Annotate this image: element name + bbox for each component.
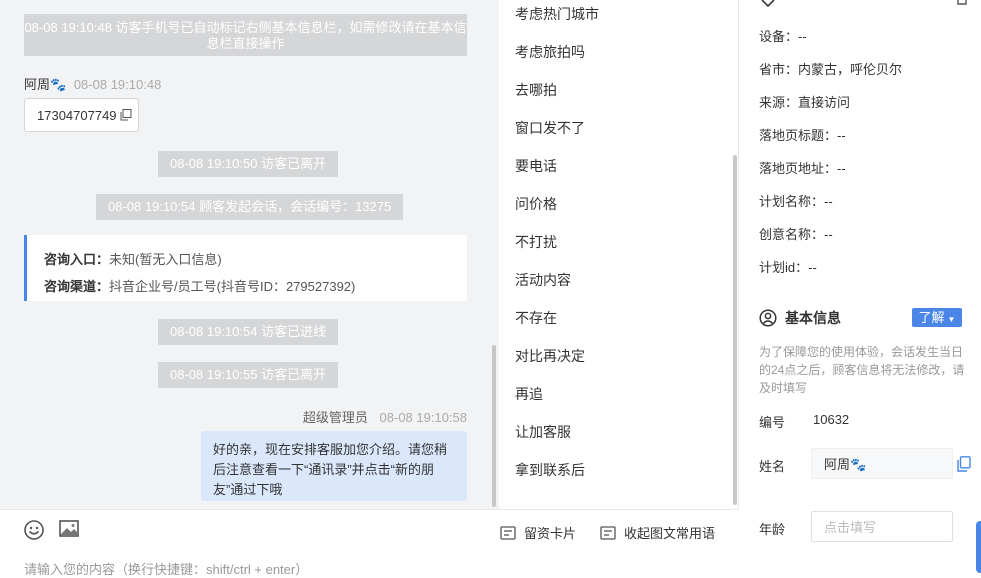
quick-reply-item[interactable]: 不打扰 <box>515 232 557 252</box>
phone-message[interactable]: 17304707749 <box>24 98 139 132</box>
emoji-icon[interactable] <box>23 519 45 541</box>
quick-reply-item[interactable]: 拿到联系后 <box>515 460 585 480</box>
lead-card-button[interactable]: 留资卡片 <box>500 523 576 542</box>
quick-reply-item[interactable]: 活动内容 <box>515 270 571 290</box>
system-message-text: 08-08 19:10:55 访客已离开 <box>170 367 327 382</box>
system-message-text: 08-08 19:10:50 访客已离开 <box>170 156 327 171</box>
id-value: 10632 <box>813 412 850 427</box>
message-time: 08-08 19:10:48 <box>73 77 162 92</box>
basic-info-header: 基本信息 <box>759 308 841 328</box>
quick-reply-panel: 考虑热门城市 考虑旅拍吗去哪拍窗口发不了要电话问价格不打扰活动内容不存在对比再决定… <box>499 0 739 509</box>
agent-message-text: 好的亲，现在安排客服加您介绍。请您稍后注意查看一下“通讯录”并点击“新的朋友”通… <box>213 442 448 497</box>
system-message: 08-08 19:10:54 顾客发起会话，会话编号：13275 <box>96 194 404 220</box>
panel-divider <box>738 0 739 573</box>
message-input[interactable]: 请输入您的内容（换行快捷键：shift/ctrl + enter） <box>24 559 308 578</box>
caret-down-icon: ▼ <box>947 315 956 324</box>
name-label: 姓名 <box>759 459 786 474</box>
image-icon[interactable] <box>58 518 80 540</box>
system-message: 08-08 19:10:48 访客手机号已自动标记右侧基本信息栏，如需修改请在基… <box>24 14 467 56</box>
copy-icon[interactable] <box>957 456 971 472</box>
quick-reply-item[interactable]: 对比再决定 <box>515 346 585 366</box>
side-float-tab[interactable] <box>976 521 981 573</box>
consult-entry-value: 未知(暂无入口信息) <box>109 252 222 267</box>
system-message: 08-08 19:10:50 访客已离开 <box>158 151 339 177</box>
paw-emoji-icon: 🐾 <box>50 77 67 92</box>
quick-reply-scrollbar[interactable] <box>733 155 737 505</box>
message-time: 08-08 19:10:58 <box>379 410 467 425</box>
plan-id-row: 计划id：-- <box>759 260 817 275</box>
quick-reply-item[interactable]: 考虑旅拍吗 <box>515 42 585 62</box>
copy-icon[interactable] <box>120 109 132 121</box>
collapse-phrases-button[interactable]: 收起图文常用语 <box>600 523 715 542</box>
basic-info-title: 基本信息 <box>785 310 841 326</box>
age-input-placeholder: 点击填写 <box>824 520 877 535</box>
system-message: 08-08 19:10:55 访客已离开 <box>158 362 339 388</box>
id-label: 编号 <box>759 415 786 430</box>
input-toolbar: 留资卡片 收起图文常用语 请输入您的内容（换行快捷键：shift/ctrl + … <box>0 509 739 577</box>
consult-info-card: 咨询入口：未知(暂无入口信息) 咨询渠道：抖音企业号/员工号(抖音号ID：279… <box>24 235 467 301</box>
system-message-text: 08-08 19:10:48 访客手机号已自动标记右侧基本信息栏，如需修改请在基… <box>24 20 467 51</box>
plan-name-row: 计划名称：-- <box>759 194 833 209</box>
consult-channel-value: 抖音企业号/员工号(抖音号ID：279527392) <box>109 279 356 294</box>
landing-title-row: 落地页标题：-- <box>759 128 846 143</box>
location-icon <box>761 0 775 8</box>
system-message-text: 08-08 19:10:54 顾客发起会话，会话编号：13275 <box>108 199 392 214</box>
visitor-header: 阿周🐾 08-08 19:10:48 <box>24 74 161 93</box>
learn-more-label: 了解 <box>918 310 945 325</box>
system-message: 08-08 19:10:54 访客已进线 <box>158 319 339 345</box>
chat-panel: 08-08 19:10:48 访客手机号已自动标记右侧基本信息栏，如需修改请在基… <box>0 0 499 509</box>
lead-card-label: 留资卡片 <box>524 526 577 541</box>
basic-info-notice-text: 为了保障您的使用体验，会话发生当日的24点之后，顾客信息将无法修改，请及时填写 <box>759 345 965 395</box>
agent-header: 超级管理员 08-08 19:10:58 <box>303 407 467 426</box>
age-input[interactable]: 点击填写 <box>811 511 953 542</box>
visitor-info-panel: 设备：-- 省市：内蒙古，呼伦贝尔 来源：直接访问 落地页标题：-- 落地页地址… <box>740 0 981 573</box>
learn-more-button[interactable]: 了解 ▼ <box>912 308 962 327</box>
quick-reply-item[interactable]: 再追 <box>515 384 543 404</box>
chat-scrollbar[interactable] <box>492 345 496 507</box>
consult-channel-row: 咨询渠道：抖音企业号/员工号(抖音号ID：279527392) <box>44 273 467 300</box>
paw-emoji-icon: 🐾 <box>850 457 867 472</box>
visitor-name: 阿周 <box>24 77 51 92</box>
quick-reply-item[interactable]: 考虑热门城市 <box>515 4 599 24</box>
message-input-placeholder: 请输入您的内容（换行快捷键：shift/ctrl + enter） <box>24 562 309 577</box>
consult-entry-label: 咨询入口： <box>44 252 110 267</box>
card-icon <box>500 525 516 540</box>
consult-entry-row: 咨询入口：未知(暂无入口信息) <box>44 246 467 273</box>
phrases-icon <box>600 525 616 540</box>
creative-name-row: 创意名称：-- <box>759 227 833 242</box>
agent-name: 超级管理员 <box>302 410 368 425</box>
system-message-text: 08-08 19:10:54 访客已进线 <box>170 324 327 339</box>
quick-reply-item[interactable]: 让加客服 <box>515 422 571 442</box>
name-field-value: 阿周 <box>824 457 851 472</box>
quick-reply-item[interactable]: 问价格 <box>515 194 557 214</box>
region-row: 省市：内蒙古，呼伦贝尔 <box>759 62 903 77</box>
quick-reply-item[interactable]: 去哪拍 <box>515 80 557 100</box>
age-label: 年龄 <box>759 522 786 537</box>
quick-reply-item[interactable]: 要电话 <box>515 156 557 176</box>
user-circle-icon <box>759 309 777 327</box>
quick-reply-item[interactable]: 窗口发不了 <box>515 118 585 138</box>
basic-info-notice: 为了保障您的使用体验，会话发生当日的24点之后，顾客信息将无法修改，请及时填写 <box>759 343 969 397</box>
source-row: 来源：直接访问 <box>759 95 851 110</box>
collapse-phrases-label: 收起图文常用语 <box>624 526 716 541</box>
phone-number: 17304707749 <box>37 108 117 123</box>
agent-message: 好的亲，现在安排客服加您介绍。请您稍后注意查看一下“通讯录”并点击“新的朋友”通… <box>201 431 467 501</box>
landing-url-row: 落地页地址：-- <box>759 161 846 176</box>
consult-channel-label: 咨询渠道： <box>44 279 110 294</box>
copy-icon[interactable] <box>956 0 968 6</box>
quick-reply-item[interactable]: 不存在 <box>515 308 557 328</box>
name-field[interactable]: 阿周🐾 <box>811 448 953 479</box>
device-row: 设备：-- <box>759 29 807 44</box>
